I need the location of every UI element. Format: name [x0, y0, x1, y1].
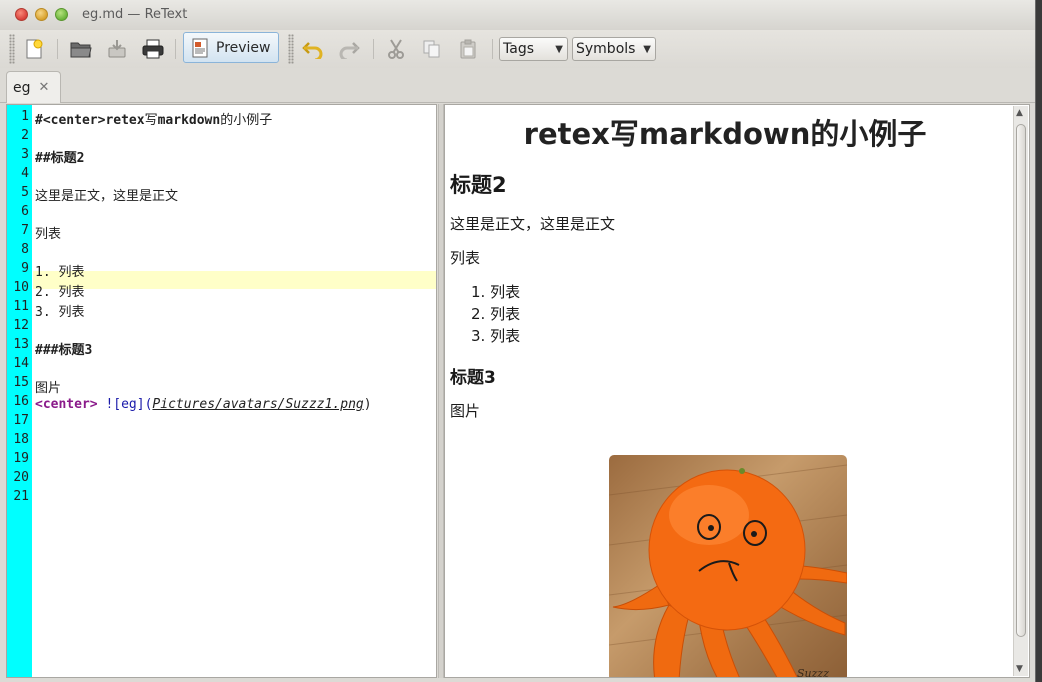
line-number: 5: [21, 185, 29, 200]
toolbar-separator: [175, 39, 176, 59]
line-number: 19: [13, 451, 29, 466]
tab-label: eg: [13, 79, 31, 96]
print-button[interactable]: [139, 35, 167, 63]
preview-image-label: 图片: [450, 402, 481, 420]
editor-line-16: <center> ![eg](Pictures/avatars/Suzzz1.p…: [35, 397, 372, 412]
save-icon: [108, 40, 126, 58]
copy-button[interactable]: [418, 35, 446, 63]
close-window-button[interactable]: [15, 8, 28, 21]
toolbar-separator: [373, 39, 374, 59]
markdown-editor[interactable]: 1 2 3 4 5 6 7 8 9 10 11 12 13 14 15 16 17 18 19 20 21 #<cent…: [6, 104, 437, 678]
scroll-up-icon[interactable]: ▲: [1016, 108, 1023, 118]
line-number: 16: [13, 394, 29, 409]
editor-line-15: 图片: [35, 381, 62, 396]
line-number: 2: [21, 128, 29, 143]
preview-heading-2: 标题2: [450, 173, 507, 197]
folder-open-icon: [70, 42, 92, 58]
editor-line-5: 这里是正文，这里是正文: [35, 189, 179, 204]
orange-octopus-illustration: Suzzz: [609, 464, 847, 678]
scissors-icon: [388, 39, 404, 59]
tab-eg[interactable]: eg ✕: [6, 71, 61, 103]
window-title: eg.md — ReText: [82, 7, 188, 22]
clipboard-icon: [460, 39, 476, 59]
tab-bar: eg ✕: [0, 68, 1035, 103]
line-number: 8: [21, 242, 29, 257]
maximize-window-button[interactable]: [55, 8, 68, 21]
current-line-highlight: [33, 271, 436, 289]
tags-dropdown[interactable]: Tags ▼: [499, 37, 568, 61]
line-number: 6: [21, 204, 29, 219]
close-tab-icon[interactable]: ✕: [39, 80, 50, 95]
preview-toggle-button[interactable]: Preview: [183, 32, 279, 63]
new-file-button[interactable]: [20, 35, 48, 63]
preview-heading-1: retex写markdown的小例子: [523, 117, 927, 151]
line-number: 11: [13, 299, 29, 314]
copy-icon: [423, 40, 440, 58]
app-window: eg.md — ReText Preview Tags ▼ Symbols ▼ …: [0, 0, 1036, 682]
symbols-dropdown-label: Symbols: [576, 41, 636, 57]
chevron-down-icon: ▼: [555, 43, 563, 55]
line-number: 7: [21, 223, 29, 238]
preview-label: Preview: [216, 39, 271, 56]
paste-button[interactable]: [454, 35, 482, 63]
cut-button[interactable]: [382, 35, 410, 63]
preview-list-item: 2. 列表: [471, 305, 521, 323]
line-number: 17: [13, 413, 29, 428]
line-number: 21: [13, 489, 29, 504]
markdown-preview: retex写markdown的小例子 标题2 这里是正文，这里是正文 列表 1.…: [444, 104, 1030, 678]
line-number: 13: [13, 337, 29, 352]
tags-dropdown-label: Tags: [503, 41, 534, 57]
editor-line-10: 2. 列表: [35, 285, 85, 300]
open-file-button[interactable]: [67, 35, 95, 63]
minimize-window-button[interactable]: [35, 8, 48, 21]
toolbar-grip[interactable]: [288, 34, 294, 64]
line-number: 4: [21, 166, 29, 181]
preview-paragraph: 这里是正文，这里是正文: [450, 215, 616, 233]
line-number-gutter: 1 2 3 4 5 6 7 8 9 10 11 12 13 14 15 16 17 18 19 20 21: [7, 105, 32, 677]
line-number: 14: [13, 356, 29, 371]
editor-line-7: 列表: [35, 227, 62, 242]
toolbar-separator: [57, 39, 58, 59]
toolbar-grip[interactable]: [9, 34, 15, 64]
main-toolbar: Preview Tags ▼ Symbols ▼: [0, 30, 1035, 68]
line-number: 1: [21, 109, 29, 124]
new-document-icon: [26, 39, 43, 59]
preview-list-item: 3. 列表: [471, 327, 521, 345]
editor-line-1: #<center>retex写markdown的小例子: [35, 113, 273, 128]
toolbar-separator: [492, 39, 493, 59]
redo-icon: [339, 42, 360, 59]
editor-line-3: ##标题2: [35, 151, 85, 166]
chevron-down-icon: ▼: [643, 43, 651, 55]
line-number: 18: [13, 432, 29, 447]
scrollbar-thumb[interactable]: [1016, 124, 1026, 637]
title-bar: eg.md — ReText: [0, 0, 1035, 31]
preview-scrollbar[interactable]: ▲ ▼: [1013, 106, 1028, 676]
undo-button[interactable]: [299, 35, 327, 63]
editor-line-9: 1. 列表: [35, 265, 85, 280]
editor-line-13: ###标题3: [35, 343, 93, 358]
printer-icon: [142, 39, 164, 59]
line-number: 3: [21, 147, 29, 162]
line-number: 20: [13, 470, 29, 485]
orange-octopus-image: Suzzz: [609, 455, 847, 678]
symbols-dropdown[interactable]: Symbols ▼: [572, 37, 656, 61]
save-file-button[interactable]: [103, 35, 131, 63]
preview-heading-3: 标题3: [450, 368, 496, 388]
line-number: 9: [21, 261, 29, 276]
line-number: 12: [13, 318, 29, 333]
redo-button[interactable]: [335, 35, 363, 63]
document-preview-icon: [192, 38, 208, 57]
scroll-down-icon[interactable]: ▼: [1016, 664, 1023, 674]
image-signature: Suzzz: [797, 667, 829, 678]
line-number: 15: [13, 375, 29, 390]
line-number: 10: [13, 280, 29, 295]
preview-list-item: 1. 列表: [471, 283, 521, 301]
undo-icon: [302, 42, 323, 59]
editor-line-11: 3. 列表: [35, 305, 85, 320]
preview-list-label: 列表: [450, 249, 481, 267]
